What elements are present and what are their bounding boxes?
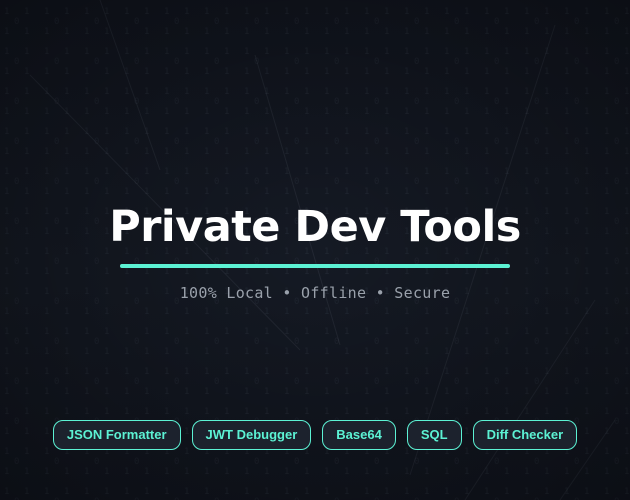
tagline: 100% Local • Offline • Secure	[179, 284, 451, 302]
jwt-debugger-button[interactable]: JWT Debugger	[191, 420, 312, 450]
hero: Private Dev Tools 100% Local • Offline •…	[0, 198, 630, 305]
base64-button[interactable]: Base64	[322, 420, 396, 450]
tool-buttons: JSON Formatter JWT Debugger Base64 SQL D…	[0, 420, 630, 450]
diff-checker-button[interactable]: Diff Checker	[472, 420, 578, 450]
sql-button[interactable]: SQL	[406, 420, 462, 450]
title-underline	[120, 264, 510, 268]
page-title: Private Dev Tools	[109, 202, 521, 252]
json-formatter-button[interactable]: JSON Formatter	[52, 420, 181, 450]
